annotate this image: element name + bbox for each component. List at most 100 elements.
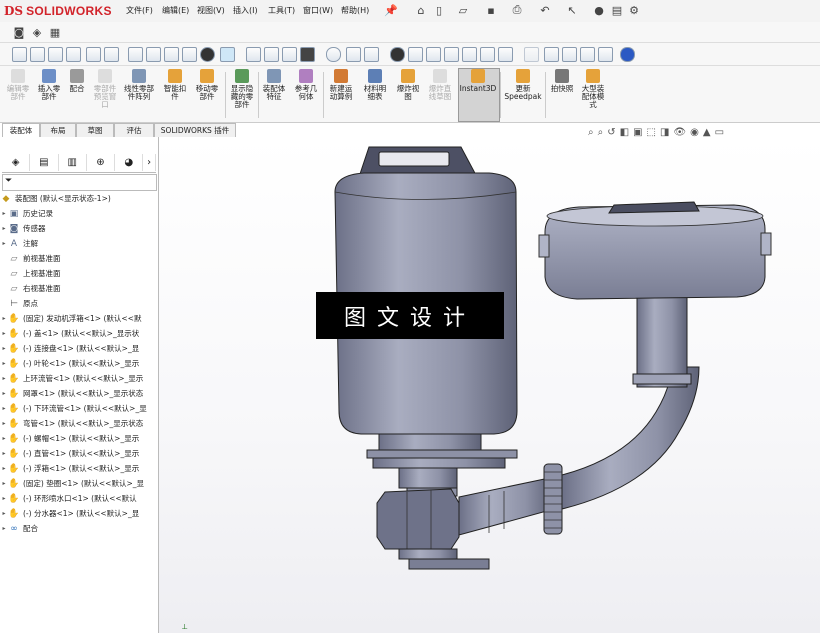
reference-geometry-button[interactable]: 参考几 何体 xyxy=(291,69,321,121)
tree-item[interactable]: ▸ A 注解 xyxy=(0,236,158,251)
tree-item[interactable]: ▸ ✋ (-) 叶轮<1> (默认<<默认>_显示 xyxy=(0,356,158,371)
print-icon[interactable]: ⎙ xyxy=(510,3,524,17)
tree-root-assembly[interactable]: ◆ 装配图 (默认<显示状态-1>) xyxy=(0,191,158,206)
explode-line-sketch-button[interactable]: 爆炸直 线草图 xyxy=(425,69,455,121)
tree-item[interactable]: ▸ ✋ (-) 直管<1> (默认<<默认>_显示 xyxy=(0,446,158,461)
smart-fasteners-button[interactable]: 智能扣 件 xyxy=(160,69,190,121)
tab-assembly[interactable]: 装配体 xyxy=(2,123,40,137)
expand-arrow-icon[interactable]: ▸ xyxy=(0,240,8,247)
save-icon[interactable]: ▪ xyxy=(484,3,498,17)
tree-item[interactable]: ▸ ✋ (-) 盖<1> (默认<<默认>_显示状 xyxy=(0,326,158,341)
printer-icon[interactable] xyxy=(300,47,315,62)
pattern-tool-icon[interactable] xyxy=(66,47,81,62)
expand-arrow-icon[interactable]: ▸ xyxy=(0,495,8,502)
tree-item[interactable]: ▸ ✋ (固定) 发动机浮箱<1> (默认<<默 xyxy=(0,311,158,326)
expand-arrow-icon[interactable]: ▸ xyxy=(0,450,8,457)
menu-edit[interactable]: 编辑(E) xyxy=(162,5,189,16)
new-document-icon[interactable]: ▯ xyxy=(432,3,446,17)
new-motion-study-button[interactable]: 新建运 动算例 xyxy=(325,69,357,121)
expand-arrow-icon[interactable]: ▸ xyxy=(0,435,8,442)
dimxpert-tab-icon[interactable]: ⊕ xyxy=(87,154,116,171)
tree-item[interactable]: ▸ ✋ (-) 连接盘<1> (默认<<默认>_显 xyxy=(0,341,158,356)
tree-item[interactable]: ▸ ▣ 历史记录 xyxy=(0,206,158,221)
tab-solidworks-addins[interactable]: SOLIDWORKS 插件 xyxy=(154,123,236,137)
tree-item[interactable]: ▸ ✋ (-) 螺帽<1> (默认<<默认>_显示 xyxy=(0,431,158,446)
configuration-manager-tab-icon[interactable]: ▥ xyxy=(59,154,87,171)
expand-arrow-icon[interactable]: ▸ xyxy=(0,360,8,367)
exploded-view-button[interactable]: 爆炸视 图 xyxy=(393,69,423,121)
appearance-icon[interactable] xyxy=(200,47,215,62)
expand-arrow-icon[interactable]: ▸ xyxy=(0,330,8,337)
expand-arrow-icon[interactable]: ▸ xyxy=(0,390,8,397)
select-icon[interactable]: ↖ xyxy=(565,3,579,17)
expand-arrow-icon[interactable]: ▸ xyxy=(0,510,8,517)
tab-layout[interactable]: 布局 xyxy=(40,123,76,137)
tree-item[interactable]: ▸ ◙ 传感器 xyxy=(0,221,158,236)
bill-of-materials-button[interactable]: 材料明 细表 xyxy=(360,69,390,121)
diamond-tool-icon[interactable] xyxy=(562,47,577,62)
print-tool-icon[interactable] xyxy=(182,47,197,62)
take-snapshot-button[interactable]: 拍快照 xyxy=(547,69,577,121)
mate-button[interactable]: 配合 xyxy=(64,69,90,121)
component-tool-icon[interactable] xyxy=(48,47,63,62)
sheet-tool-icon[interactable] xyxy=(128,47,143,62)
camera-icon[interactable]: ◙ xyxy=(12,25,26,39)
menu-tools[interactable]: 工具(T) xyxy=(268,5,295,16)
disabled-tool-icon[interactable] xyxy=(524,47,539,62)
expand-arrow-icon[interactable]: ▸ xyxy=(0,405,8,412)
frame-tool-icon[interactable] xyxy=(408,47,423,62)
instant3d-button[interactable]: Instant3D xyxy=(459,69,497,121)
menu-file[interactable]: 文件(F) xyxy=(126,5,153,16)
record-icon[interactable] xyxy=(390,47,405,62)
display-manager-tab-icon[interactable]: ◕ xyxy=(115,154,144,171)
open-icon[interactable]: ▱ xyxy=(456,3,470,17)
link-tool-icon[interactable] xyxy=(480,47,495,62)
options-gear-icon[interactable]: ⚙ xyxy=(627,3,641,17)
expand-arrow-icon[interactable]: ▸ xyxy=(0,525,8,532)
linear-pattern-button[interactable]: 线性零部 件阵列 xyxy=(121,69,157,121)
export-tool-icon[interactable] xyxy=(462,47,477,62)
move-tool-icon[interactable] xyxy=(264,47,279,62)
expand-arrow-icon[interactable]: ▸ xyxy=(0,420,8,427)
tree-item[interactable]: ▸ ✋ (-) 下环流管<1> (默认<<默认>_显 xyxy=(0,401,158,416)
tree-item[interactable]: ▸ ✋ 网罩<1> (默认<<默认>_显示状态 xyxy=(0,386,158,401)
table-tool-icon[interactable] xyxy=(86,47,101,62)
expand-arrow-icon[interactable]: ▸ xyxy=(0,480,8,487)
sketch-tool-icon[interactable] xyxy=(12,47,27,62)
expand-arrow-icon[interactable]: ▸ xyxy=(0,375,8,382)
move-component-button[interactable]: 移动零 部件 xyxy=(192,69,222,121)
menu-help[interactable]: 帮助(H) xyxy=(341,5,369,16)
panel-tool-icon[interactable] xyxy=(598,47,613,62)
tree-item[interactable]: ▸ ∞ 配合 xyxy=(0,521,158,536)
expand-arrow-icon[interactable]: ▸ xyxy=(0,345,8,352)
tree-item[interactable]: ▱ 前视基准面 xyxy=(0,251,158,266)
drawing-tool-icon[interactable] xyxy=(146,47,161,62)
tag-tool-icon[interactable] xyxy=(498,47,513,62)
tab-sketch[interactable]: 草图 xyxy=(76,123,114,137)
menu-insert[interactable]: 插入(I) xyxy=(233,5,258,16)
tree-filter-input[interactable]: ⏷ xyxy=(2,174,157,191)
check-tool-icon[interactable] xyxy=(104,47,119,62)
grid-tool-icon[interactable] xyxy=(364,47,379,62)
large-assembly-mode-button[interactable]: 大型装 配体模 式 xyxy=(578,69,608,121)
property-manager-tab-icon[interactable]: ▤ xyxy=(30,154,59,171)
tree-item[interactable]: ⊢ 原点 xyxy=(0,296,158,311)
tree-item[interactable]: ▸ ✋ 上环流管<1> (默认<<默认>_显示 xyxy=(0,371,158,386)
assembly-features-button[interactable]: 装配体 特征 xyxy=(259,69,289,121)
mirror-tool-icon[interactable] xyxy=(346,47,361,62)
info-icon[interactable] xyxy=(620,47,635,62)
feature-manager-tab-icon[interactable]: ◈ xyxy=(2,154,31,171)
expand-arrow-icon[interactable]: ▸ xyxy=(0,225,8,232)
measure-tool-icon[interactable] xyxy=(282,47,297,62)
show-hidden-components-button[interactable]: 显示隐 藏的零 部件 xyxy=(227,69,257,121)
split-tool-icon[interactable] xyxy=(444,47,459,62)
gear-settings-icon[interactable] xyxy=(220,47,235,62)
file-properties-icon[interactable]: ▤ xyxy=(610,3,624,17)
view-tool-icon[interactable] xyxy=(164,47,179,62)
tree-item[interactable]: ▱ 右视基准面 xyxy=(0,281,158,296)
tree-item[interactable]: ▱ 上视基准面 xyxy=(0,266,158,281)
edit-component-button[interactable]: 编辑零 部件 xyxy=(3,69,33,121)
rebuild-icon[interactable]: ● xyxy=(592,3,606,17)
expand-arrow-icon[interactable]: ▸ xyxy=(0,210,8,217)
document-tool-icon[interactable] xyxy=(544,47,559,62)
